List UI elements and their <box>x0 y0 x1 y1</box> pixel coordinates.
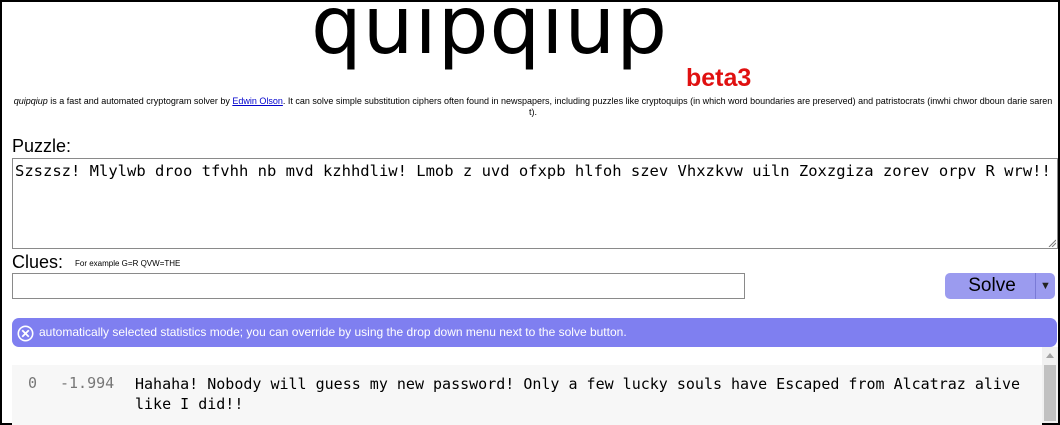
site-logo: quipqiup <box>311 0 668 72</box>
notice-banner: automatically selected statistics mode; … <box>12 318 1057 347</box>
scroll-thumb[interactable] <box>1044 365 1056 421</box>
description-part1: is a fast and automated cryptogram solve… <box>47 96 233 106</box>
resize-grip-icon[interactable] <box>1048 239 1056 247</box>
header: quipqiup beta3 <box>0 0 1060 92</box>
result-text: Hahaha! Nobody will guess my new passwor… <box>135 375 1021 413</box>
results-list: 0 -1.994 Hahaha! Nobody will guess my ne… <box>12 365 1042 425</box>
site-description: quipqiup is a fast and automated cryptog… <box>10 96 1056 118</box>
circle-x-icon <box>17 325 34 342</box>
clues-label: Clues: <box>12 252 64 272</box>
notice-text: automatically selected statistics mode; … <box>39 325 627 339</box>
result-index: 0 <box>28 374 38 392</box>
scroll-up-arrow-icon[interactable] <box>1046 353 1054 358</box>
puzzle-textarea[interactable]: Szszsz! Mlylwb droo tfvhh nb mvd kzhhdli… <box>12 158 1058 249</box>
clues-hint: For example G=R QVW=THE <box>75 259 181 268</box>
version-badge: beta3 <box>686 64 752 92</box>
author-link[interactable]: Edwin Olson <box>232 96 283 106</box>
puzzle-label: Puzzle: <box>12 136 72 156</box>
solve-mode-dropdown[interactable]: ▼ <box>1035 273 1055 299</box>
clues-input[interactable] <box>12 273 745 299</box>
brand-name: quipqiup <box>13 96 48 106</box>
result-score: -1.994 <box>60 374 115 392</box>
description-part2: . It can solve simple substitution ciphe… <box>282 96 1053 117</box>
triangle-down-icon: ▼ <box>1040 280 1051 292</box>
results-scrollbar[interactable] <box>1042 347 1058 423</box>
solve-button[interactable]: Solve <box>945 273 1039 299</box>
puzzle-text: Szszsz! Mlylwb droo tfvhh nb mvd kzhhdli… <box>15 162 1051 180</box>
